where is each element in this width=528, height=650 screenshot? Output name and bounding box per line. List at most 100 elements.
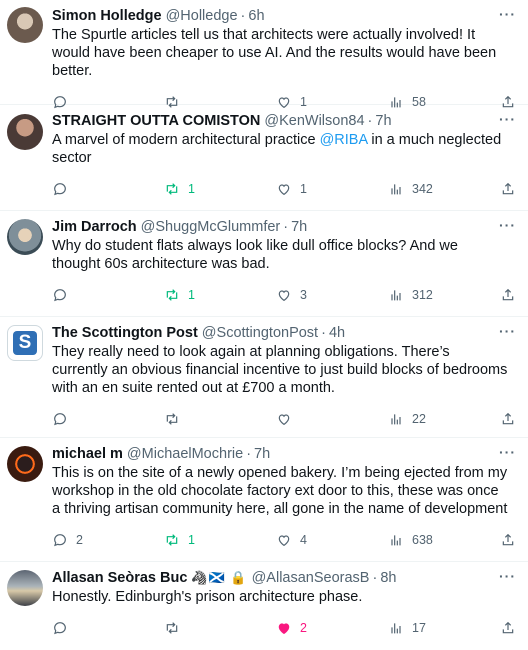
like-count: 3 xyxy=(300,288,307,302)
avatar[interactable] xyxy=(7,219,43,255)
views-button[interactable]: 22 xyxy=(388,411,500,427)
separator-dot: · xyxy=(367,113,373,129)
timestamp[interactable]: 7h xyxy=(375,113,391,129)
views-button[interactable]: 638 xyxy=(388,532,500,548)
share-icon xyxy=(502,621,514,634)
display-name[interactable]: Simon Holledge xyxy=(52,8,162,24)
profile-badges: 🦓🏴󠁧󠁢󠁳󠁣󠁴󠁿 🔒 xyxy=(191,570,248,585)
tweet[interactable]: S The Scottington Post @ScottingtonPost … xyxy=(0,317,528,438)
avatar[interactable] xyxy=(7,570,43,606)
tweet[interactable]: Jim Darroch @ShuggMcGlummfer · 7h ··· Wh… xyxy=(0,211,528,317)
retweet-button[interactable] xyxy=(164,620,276,636)
display-name[interactable]: Allasan Seòras Buc xyxy=(52,570,187,586)
timestamp[interactable]: 4h xyxy=(329,325,345,341)
avatar[interactable] xyxy=(7,7,43,43)
share-button[interactable] xyxy=(500,287,516,303)
tweet-header: STRAIGHT OUTTA COMISTON @KenWilson84 · 7… xyxy=(52,111,516,131)
tweet[interactable]: michael m @MichaelMochrie · 7h ··· This … xyxy=(0,438,528,562)
tweet-text: The Spurtle articles tell us that archit… xyxy=(52,26,516,80)
action-bar: 1 3 312 xyxy=(52,277,516,313)
tweet-text-body: Why do student flats always look like du… xyxy=(52,238,458,272)
avatar[interactable] xyxy=(7,446,43,482)
tweet[interactable]: Allasan Seòras Buc 🦓🏴󠁧󠁢󠁳󠁣󠁴󠁿 🔒 @AllasanSe… xyxy=(0,562,528,650)
view-count: 638 xyxy=(412,533,433,547)
reply-button[interactable] xyxy=(52,620,164,636)
retweet-icon xyxy=(166,622,178,634)
retweet-button[interactable]: 1 xyxy=(164,532,276,548)
share-button[interactable] xyxy=(500,181,516,197)
views-button[interactable]: 17 xyxy=(388,620,500,636)
share-button[interactable] xyxy=(500,620,516,636)
tweet[interactable]: Simon Holledge @Holledge · 6h ··· The Sp… xyxy=(0,0,528,109)
views-icon xyxy=(391,623,401,634)
views-button[interactable]: 342 xyxy=(388,181,500,197)
like-icon xyxy=(278,414,290,426)
view-count: 17 xyxy=(412,621,426,635)
separator-dot: · xyxy=(246,446,252,462)
reply-button[interactable] xyxy=(52,287,164,303)
reply-icon xyxy=(54,413,66,426)
like-icon xyxy=(278,623,290,635)
more-icon[interactable]: ··· xyxy=(499,323,516,339)
reply-count: 2 xyxy=(76,533,83,547)
action-bar: 1 1 342 xyxy=(52,171,516,207)
tweet-text-body: The Spurtle articles tell us that archit… xyxy=(52,27,497,79)
avatar[interactable] xyxy=(7,114,43,150)
retweet-button[interactable] xyxy=(164,411,276,427)
separator-dot: · xyxy=(321,325,326,341)
timestamp[interactable]: 6h xyxy=(248,8,264,24)
view-count: 22 xyxy=(412,412,426,426)
display-name[interactable]: Jim Darroch xyxy=(52,219,137,235)
tweet-text-body: A marvel of modern architectural practic… xyxy=(52,132,320,148)
display-name[interactable]: michael m xyxy=(52,446,123,462)
views-icon xyxy=(391,290,401,301)
retweet-button[interactable]: 1 xyxy=(164,181,276,197)
timestamp[interactable]: 7h xyxy=(254,446,270,462)
reply-button[interactable] xyxy=(52,411,164,427)
views-icon xyxy=(391,414,401,425)
mention-link[interactable]: @RIBA xyxy=(320,132,368,148)
tweet-header: Allasan Seòras Buc 🦓🏴󠁧󠁢󠁳󠁣󠁴󠁿 🔒 @AllasanSe… xyxy=(52,568,516,588)
timestamp[interactable]: 7h xyxy=(291,219,307,235)
tweet-header: michael m @MichaelMochrie · 7h xyxy=(52,444,516,464)
like-button[interactable]: 1 xyxy=(276,181,388,197)
display-name[interactable]: The Scottington Post xyxy=(52,325,198,341)
like-button[interactable]: 2 xyxy=(276,620,388,636)
tweet-text: A marvel of modern architectural practic… xyxy=(52,131,516,167)
user-handle[interactable]: @ScottingtonPost xyxy=(202,325,318,341)
timestamp[interactable]: 8h xyxy=(380,570,396,586)
retweet-count: 1 xyxy=(188,288,195,302)
reply-button[interactable]: 2 xyxy=(52,532,164,548)
views-button[interactable]: 312 xyxy=(388,287,500,303)
reply-button[interactable] xyxy=(52,181,164,197)
like-button[interactable]: 4 xyxy=(276,532,388,548)
retweet-icon xyxy=(166,289,178,301)
more-icon[interactable]: ··· xyxy=(499,111,516,127)
like-count: 2 xyxy=(300,621,307,635)
retweet-count: 1 xyxy=(188,182,195,196)
more-icon[interactable]: ··· xyxy=(499,6,516,22)
user-handle[interactable]: @KenWilson84 xyxy=(264,113,364,129)
tweet[interactable]: STRAIGHT OUTTA COMISTON @KenWilson84 · 7… xyxy=(0,105,528,211)
avatar[interactable]: S xyxy=(7,325,43,361)
share-button[interactable] xyxy=(500,532,516,548)
more-icon[interactable]: ··· xyxy=(499,217,516,233)
like-button[interactable] xyxy=(276,411,388,427)
user-handle[interactable]: @AllasanSeorasB xyxy=(252,570,370,586)
reply-icon xyxy=(54,289,66,302)
retweet-button[interactable]: 1 xyxy=(164,287,276,303)
like-icon xyxy=(278,535,290,547)
more-icon[interactable]: ··· xyxy=(499,568,516,584)
more-icon[interactable]: ··· xyxy=(499,444,516,460)
like-button[interactable]: 3 xyxy=(276,287,388,303)
display-name[interactable]: STRAIGHT OUTTA COMISTON xyxy=(52,113,260,129)
user-handle[interactable]: @Holledge xyxy=(166,8,238,24)
tweet-text-body: Honestly. Edinburgh's prison architectur… xyxy=(52,589,363,605)
reply-icon xyxy=(54,183,66,196)
user-handle[interactable]: @ShuggMcGlummfer xyxy=(141,219,281,235)
retweet-count: 1 xyxy=(188,533,195,547)
user-handle[interactable]: @MichaelMochrie xyxy=(127,446,243,462)
reply-icon xyxy=(54,622,66,635)
share-button[interactable] xyxy=(500,411,516,427)
share-icon xyxy=(502,533,514,546)
